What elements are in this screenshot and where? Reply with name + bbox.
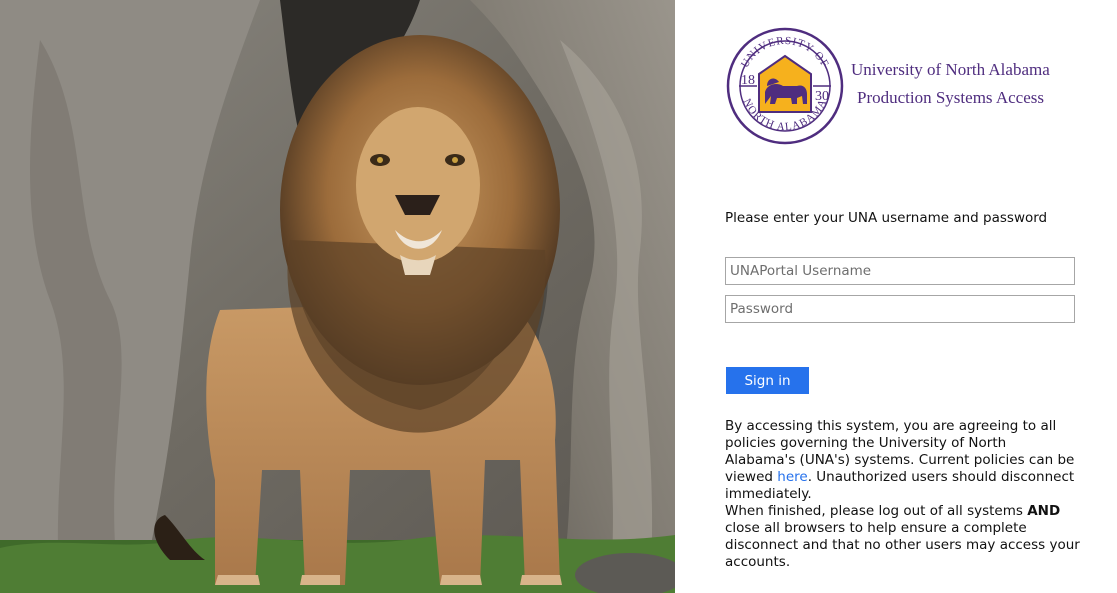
site-title: University of North Alabama Production S…	[851, 56, 1050, 112]
login-panel: UNIVERSITY OF NORTH ALABAMA 18 30 Univer…	[675, 0, 1117, 593]
una-seal-logo: UNIVERSITY OF NORTH ALABAMA 18 30	[725, 26, 845, 146]
logout-notice: When finished, please log out of all sys…	[725, 503, 1080, 571]
login-prompt: Please enter your UNA username and passw…	[725, 210, 1048, 226]
username-input[interactable]	[725, 257, 1075, 285]
policy-notice: By accessing this system, you are agreei…	[725, 418, 1080, 503]
lion-illustration	[0, 0, 675, 593]
password-input[interactable]	[725, 295, 1075, 323]
title-university: University of North Alabama	[851, 60, 1050, 79]
logout-text-end: close all browsers to help ensure a comp…	[725, 520, 1080, 570]
seal-year-right: 30	[815, 89, 829, 104]
sign-in-button[interactable]: Sign in	[726, 367, 809, 394]
seal-year-left: 18	[741, 73, 755, 88]
title-production-access: Production Systems Access	[857, 88, 1044, 107]
background-illustration	[0, 0, 675, 593]
logout-text: When finished, please log out of all sys…	[725, 503, 1028, 519]
policy-link[interactable]: here	[777, 469, 807, 485]
logout-emphasis: AND	[1027, 503, 1061, 519]
